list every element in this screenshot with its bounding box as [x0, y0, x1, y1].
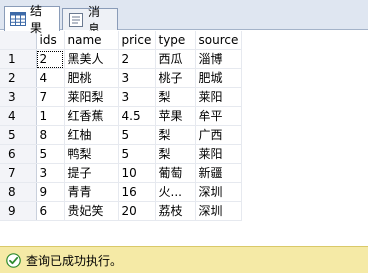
cell-price[interactable]: 5 — [118, 144, 156, 164]
cell-price[interactable]: 2 — [118, 49, 156, 69]
column-header-source[interactable]: source — [195, 31, 243, 50]
cell-name[interactable]: 黑美人 — [64, 49, 119, 69]
cell-ids[interactable]: 6 — [36, 201, 65, 221]
cell-ids[interactable]: 3 — [36, 163, 65, 183]
table-row[interactable]: 5 8 红柚 5 梨 广西 — [0, 125, 243, 145]
cell-type[interactable]: 西瓜 — [155, 49, 196, 69]
tab-results[interactable]: 结果 — [4, 4, 60, 35]
cell-ids[interactable]: 9 — [36, 182, 65, 202]
cell-name[interactable]: 莱阳梨 — [64, 87, 119, 107]
column-header-price[interactable]: price — [118, 31, 156, 50]
cell-source[interactable]: 牟平 — [195, 106, 243, 126]
cell-source[interactable]: 莱阳 — [195, 87, 243, 107]
cell-source[interactable]: 莱阳 — [195, 144, 243, 164]
cell-price[interactable]: 20 — [118, 201, 156, 221]
cell-source[interactable]: 新疆 — [195, 163, 243, 183]
row-number[interactable]: 9 — [0, 201, 37, 221]
cell-name[interactable]: 红香蕉 — [64, 106, 119, 126]
row-number[interactable]: 4 — [0, 106, 37, 126]
cell-type[interactable]: 葡萄 — [155, 163, 196, 183]
cell-type[interactable]: 火... — [155, 182, 196, 202]
cell-type[interactable]: 荔枝 — [155, 201, 196, 221]
cell-type[interactable]: 梨 — [155, 125, 196, 145]
table-row[interactable]: 7 3 提子 10 葡萄 新疆 — [0, 163, 243, 183]
row-number[interactable]: 7 — [0, 163, 37, 183]
tab-results-label: 结果 — [30, 4, 43, 35]
tab-messages[interactable]: 消息 — [62, 5, 118, 36]
table-row[interactable]: 4 1 红香蕉 4.5 苹果 牟平 — [0, 106, 243, 126]
cell-name[interactable]: 红柚 — [64, 125, 119, 145]
table-row[interactable]: 2 4 肥桃 3 桃子 肥城 — [0, 68, 243, 88]
cell-type[interactable]: 梨 — [155, 87, 196, 107]
row-number[interactable]: 6 — [0, 144, 37, 164]
row-number[interactable]: 2 — [0, 68, 37, 88]
grid-icon — [10, 12, 26, 26]
cell-source[interactable]: 深圳 — [195, 201, 243, 221]
cell-name[interactable]: 鸭梨 — [64, 144, 119, 164]
row-number[interactable]: 8 — [0, 182, 37, 202]
cell-price[interactable]: 3 — [118, 87, 156, 107]
cell-type[interactable]: 桃子 — [155, 68, 196, 88]
table-row[interactable]: 1 2 黑美人 2 西瓜 淄博 — [0, 49, 243, 69]
table-row[interactable]: 8 9 青青 16 火... 深圳 — [0, 182, 243, 202]
cell-name[interactable]: 肥桃 — [64, 68, 119, 88]
query-results-pane: 结果 消息 ids name price type source 1 2 黑美人… — [0, 0, 368, 273]
cell-price[interactable]: 16 — [118, 182, 156, 202]
cell-ids[interactable]: 4 — [36, 68, 65, 88]
results-grid[interactable]: ids name price type source 1 2 黑美人 2 西瓜 … — [0, 31, 368, 223]
cell-price[interactable]: 10 — [118, 163, 156, 183]
table-row[interactable]: 6 5 鸭梨 5 梨 莱阳 — [0, 144, 243, 164]
cell-source[interactable]: 肥城 — [195, 68, 243, 88]
success-check-icon — [6, 252, 21, 268]
cell-source[interactable]: 淄博 — [195, 49, 243, 69]
column-header-name[interactable]: name — [64, 31, 119, 50]
cell-ids[interactable]: 8 — [36, 125, 65, 145]
cell-ids[interactable]: 5 — [36, 144, 65, 164]
results-table: ids name price type source 1 2 黑美人 2 西瓜 … — [0, 31, 243, 221]
row-number[interactable]: 3 — [0, 87, 37, 107]
cell-ids[interactable]: 7 — [36, 87, 65, 107]
cell-source[interactable]: 广西 — [195, 125, 243, 145]
column-header-type[interactable]: type — [155, 31, 196, 50]
row-number[interactable]: 5 — [0, 125, 37, 145]
status-message: 查询已成功执行。 — [26, 253, 123, 268]
messages-icon — [69, 12, 83, 27]
cell-price[interactable]: 3 — [118, 68, 156, 88]
results-tab-strip: 结果 消息 — [0, 0, 368, 36]
row-number[interactable]: 1 — [0, 49, 37, 69]
table-row[interactable]: 3 7 莱阳梨 3 梨 莱阳 — [0, 87, 243, 107]
cell-price[interactable]: 5 — [118, 125, 156, 145]
cell-name[interactable]: 提子 — [64, 163, 119, 183]
cell-source[interactable]: 深圳 — [195, 182, 243, 202]
cell-ids[interactable]: 2 — [36, 49, 65, 69]
cell-price[interactable]: 4.5 — [118, 106, 156, 126]
cell-type[interactable]: 苹果 — [155, 106, 196, 126]
table-row[interactable]: 9 6 贵妃笑 20 荔枝 深圳 — [0, 201, 243, 221]
cell-type[interactable]: 梨 — [155, 144, 196, 164]
cell-name[interactable]: 青青 — [64, 182, 119, 202]
status-bar: 查询已成功执行。 — [0, 246, 368, 273]
cell-ids[interactable]: 1 — [36, 106, 65, 126]
cell-name[interactable]: 贵妃笑 — [64, 201, 119, 221]
